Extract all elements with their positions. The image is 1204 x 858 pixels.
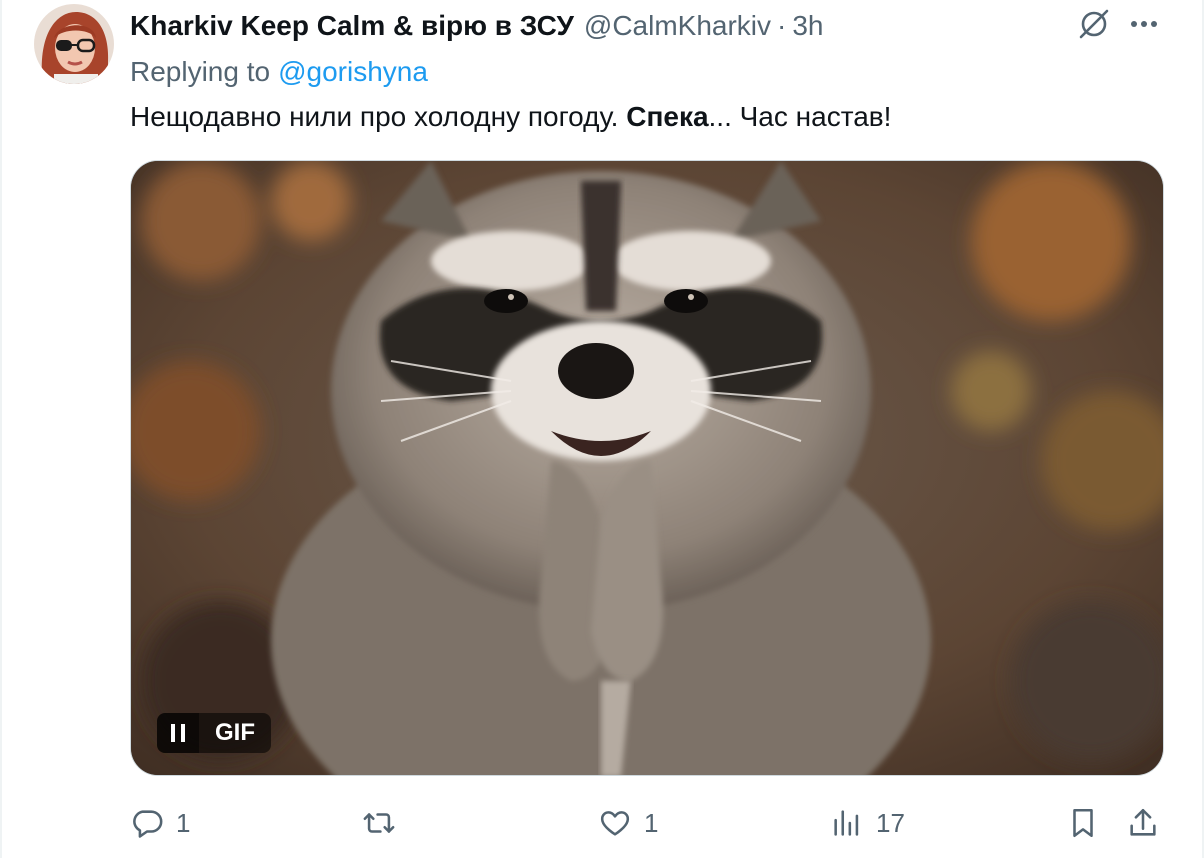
share-icon <box>1130 808 1156 836</box>
reply-icon <box>133 810 163 838</box>
pause-button[interactable] <box>157 713 199 753</box>
reply-button[interactable]: 1 <box>130 800 190 846</box>
retweet-button[interactable] <box>362 800 408 846</box>
raccoon-gif-frame <box>131 161 1163 775</box>
views-count: 17 <box>876 807 905 838</box>
views-button[interactable]: 17 <box>830 800 905 846</box>
like-count: 1 <box>644 807 659 838</box>
gif-badge: GIF <box>199 713 271 753</box>
timestamp[interactable]: 3h <box>792 10 823 42</box>
replying-mention-link[interactable]: @gorishyna <box>278 56 428 88</box>
tweet-header: Kharkiv Keep Calm & вірю в ЗСУ @CalmKhar… <box>130 6 824 46</box>
like-icon <box>600 811 630 836</box>
retweet-icon <box>363 813 395 833</box>
tweet-text-start: Нещодавно нили про холодну погоду. <box>130 101 627 132</box>
avatar[interactable] <box>34 4 114 84</box>
separator-dot: · <box>777 10 787 41</box>
gif-media[interactable]: GIF <box>130 160 1164 776</box>
share-button[interactable] <box>1126 800 1160 846</box>
more-icon[interactable] <box>1124 4 1164 44</box>
action-bar: 1 1 17 <box>130 800 1170 846</box>
reply-count: 1 <box>176 807 191 838</box>
divider-left <box>0 0 2 858</box>
grok-icon[interactable] <box>1074 4 1114 44</box>
tweet-text: Нещодавно нили про холодну погоду. Спека… <box>130 96 891 138</box>
pause-icon <box>171 724 185 742</box>
tweet-text-end: ... Час настав! <box>708 101 892 132</box>
gif-controls: GIF <box>157 713 271 753</box>
like-button[interactable]: 1 <box>598 800 658 846</box>
bookmark-icon <box>1073 808 1093 838</box>
tweet-article[interactable]: Kharkiv Keep Calm & вірю в ЗСУ @CalmKhar… <box>0 0 1204 858</box>
display-name[interactable]: Kharkiv Keep Calm & вірю в ЗСУ <box>130 10 574 42</box>
bookmark-button[interactable] <box>1066 800 1100 846</box>
replying-to: Replying to @gorishyna <box>130 52 428 92</box>
views-icon <box>834 810 859 836</box>
replying-prefix: Replying to <box>130 56 271 87</box>
user-handle[interactable]: @CalmKharkiv <box>584 10 771 42</box>
tweet-text-bold: Спека <box>626 101 709 132</box>
